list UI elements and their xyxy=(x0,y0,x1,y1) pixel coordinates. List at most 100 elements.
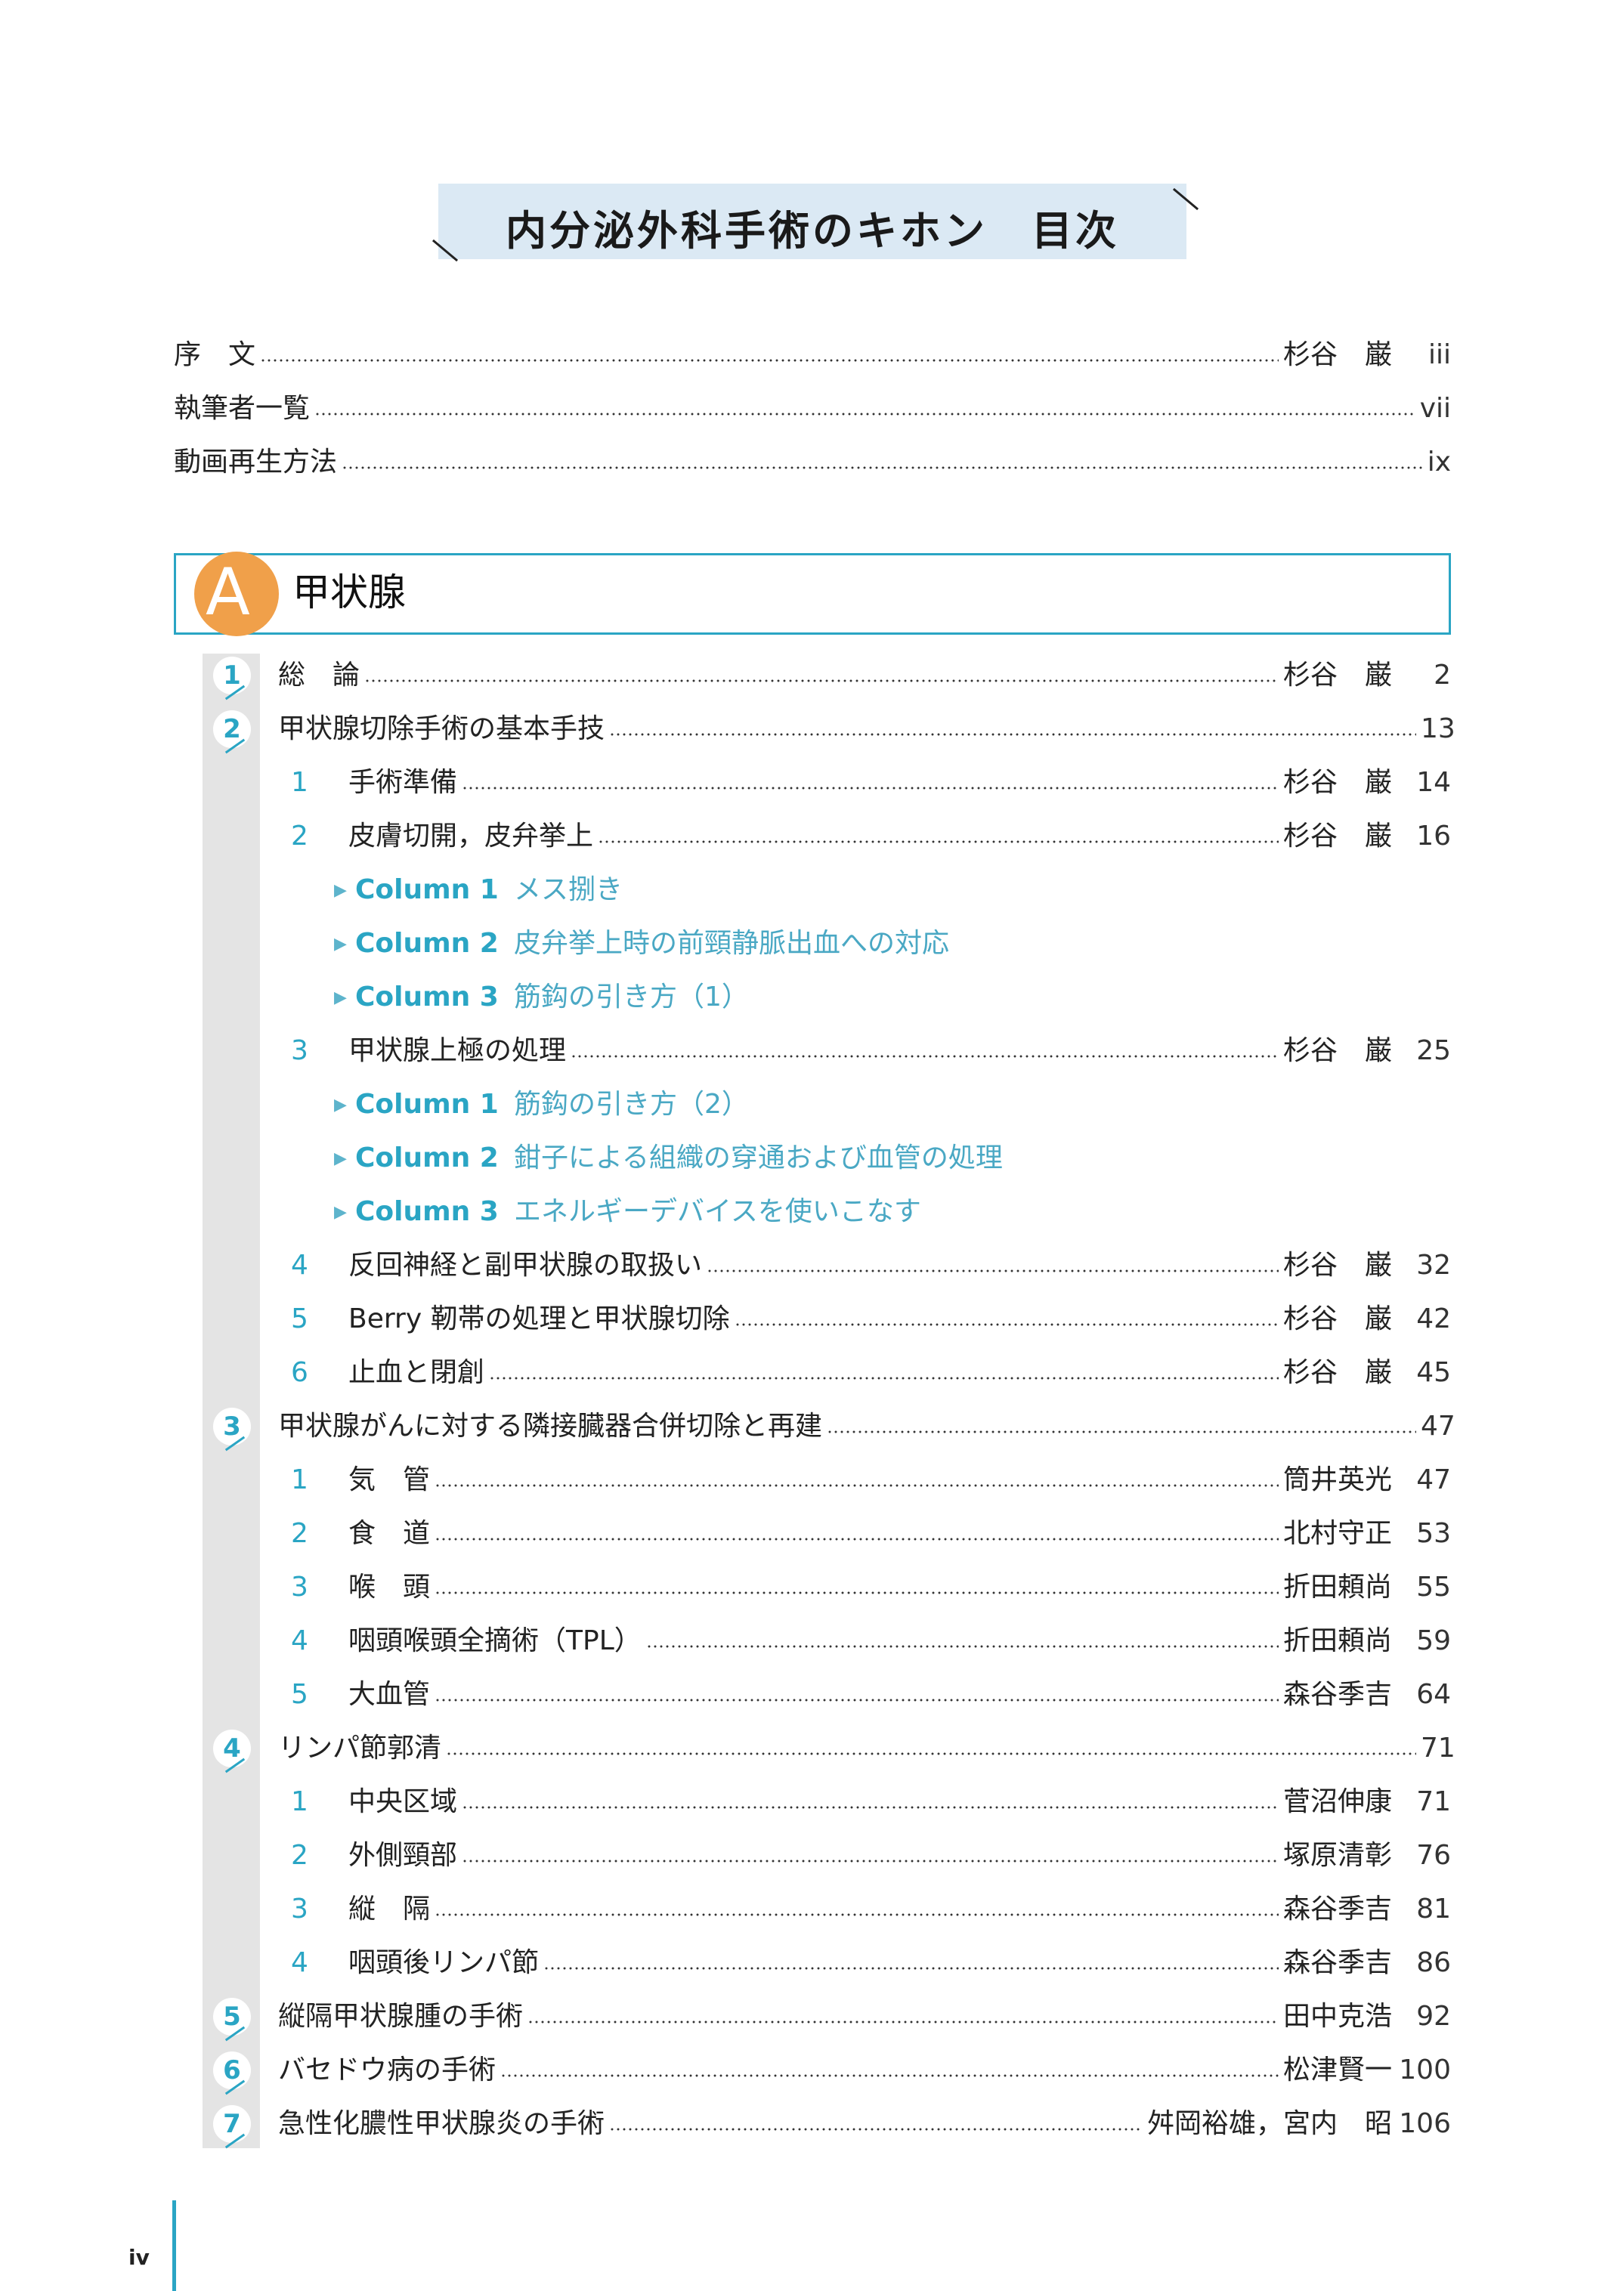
toc-row-item[interactable]: 1 気 管 筒井英光 47 xyxy=(291,1461,1451,1499)
chapter-badge: 4 xyxy=(213,1730,251,1767)
toc-label: 中央区域 xyxy=(348,1786,458,1817)
item-number: 4 xyxy=(291,1625,308,1656)
toc-label: 縦隔甲状腺腫の手術 xyxy=(278,2001,524,2032)
toc-row-item[interactable]: 3 甲状腺上極の処理 杉谷 巌 25 xyxy=(291,1032,1451,1070)
toc-column-row[interactable]: ▶ Column 3 エネルギーデバイスを使いこなす xyxy=(334,1193,921,1231)
toc-row-item[interactable]: 2 外側頸部 塚原清彰 76 xyxy=(291,1837,1451,1875)
item-number: 4 xyxy=(291,1250,308,1281)
column-title: メス捌き xyxy=(514,874,623,905)
footer-rule xyxy=(172,2200,176,2291)
toc-author: 筒井英光 xyxy=(1282,1464,1392,1495)
toc-page: 55 xyxy=(1416,1572,1451,1603)
column-tag: Column 1 xyxy=(355,1089,499,1120)
toc-author: 杉谷 巌 xyxy=(1282,339,1392,370)
leader-dots xyxy=(598,840,1279,843)
toc-row-chapter[interactable]: バセドウ病の手術 松津賢一 100 xyxy=(278,2051,1451,2089)
toc-column-row[interactable]: ▶ Column 2 鉗子による組織の穿通および血管の処理 xyxy=(334,1139,1003,1177)
toc-page: 42 xyxy=(1416,1303,1451,1334)
toc-row-item[interactable]: 4 咽頭喉頭全摘術（TPL） 折田頼尚 59 xyxy=(291,1622,1451,1660)
toc-row-chapter[interactable]: 縦隔甲状腺腫の手術 田中克浩 92 xyxy=(278,1998,1451,2036)
toc-row-item[interactable]: 2 皮膚切開，皮弁挙上 杉谷 巌 16 xyxy=(291,818,1451,855)
leader-dots xyxy=(500,2074,1279,2077)
toc-page: 59 xyxy=(1416,1625,1451,1656)
column-tag: Column 3 xyxy=(355,982,499,1013)
play-arrow-icon: ▶ xyxy=(334,1149,347,1168)
toc-page: 14 xyxy=(1416,767,1451,798)
toc-page: 86 xyxy=(1416,1947,1451,1978)
toc-page: 2 xyxy=(1434,660,1451,691)
item-number: 1 xyxy=(291,767,308,798)
toc-label: 食 道 xyxy=(348,1518,431,1549)
toc-page: 47 xyxy=(1421,1411,1455,1442)
toc-row-item[interactable]: 1 中央区域 菅沼伸康 71 xyxy=(291,1783,1451,1821)
toc-label: 執筆者一覧 xyxy=(174,393,311,424)
toc-column-row[interactable]: ▶ Column 1 メス捌き xyxy=(334,871,623,909)
toc-row-item[interactable]: 3 縦 隔 森谷季吉 81 xyxy=(291,1891,1451,1928)
column-title: 鉗子による組織の穿通および血管の処理 xyxy=(514,1142,1003,1173)
column-title: 皮弁挙上時の前頸静脈出血への対応 xyxy=(514,928,950,959)
chapter-badge: 2 xyxy=(213,710,251,748)
play-arrow-icon: ▶ xyxy=(334,988,347,1007)
toc-row-item[interactable]: 4 反回神経と副甲状腺の取扱い 杉谷 巌 32 xyxy=(291,1247,1451,1285)
toc-row-chapter[interactable]: 甲状腺切除手術の基本手技 13 xyxy=(278,710,1455,748)
leader-dots xyxy=(364,679,1279,682)
toc-row-item[interactable]: 2 食 道 北村守正 53 xyxy=(291,1515,1451,1553)
page-number: iv xyxy=(128,2245,150,2270)
toc-label: 喉 頭 xyxy=(348,1572,431,1603)
toc-page: 71 xyxy=(1421,1733,1455,1764)
toc-label: リンパ節郭清 xyxy=(278,1733,442,1764)
toc-page: vii xyxy=(1419,393,1451,424)
leader-dots xyxy=(435,1538,1279,1541)
toc-page: 106 xyxy=(1399,2108,1451,2139)
toc-row-chapter[interactable]: リンパ節郭清 71 xyxy=(278,1730,1455,1767)
toc-column-row[interactable]: ▶ Column 2 皮弁挙上時の前頸静脈出血への対応 xyxy=(334,925,949,963)
leader-dots xyxy=(314,413,1415,416)
column-title: 筋鈎の引き方（2） xyxy=(514,1089,749,1120)
toc-page: 32 xyxy=(1416,1250,1451,1281)
leader-dots xyxy=(645,1645,1279,1648)
leader-dots xyxy=(260,359,1279,362)
toc-label: 甲状腺切除手術の基本手技 xyxy=(278,713,605,744)
toc-author: 菅沼伸康 xyxy=(1282,1786,1392,1817)
column-title: 筋鈎の引き方（1） xyxy=(514,982,749,1013)
column-tag: Column 2 xyxy=(355,928,499,959)
toc-row-item[interactable]: 5 Berry 靭帯の処理と甲状腺切除 杉谷 巌 42 xyxy=(291,1300,1451,1338)
chapter-badge: 5 xyxy=(213,1998,251,2036)
item-number: 4 xyxy=(291,1947,308,1978)
toc-row-item[interactable]: 6 止血と閉創 杉谷 巌 45 xyxy=(291,1354,1451,1392)
leader-dots xyxy=(707,1269,1279,1272)
leader-dots xyxy=(435,1591,1279,1594)
toc-row-item[interactable]: 5 大血管 森谷季吉 64 xyxy=(291,1676,1451,1714)
toc-page: 45 xyxy=(1416,1357,1451,1388)
toc-row-chapter[interactable]: 甲状腺がんに対する隣接臓器合併切除と再建 47 xyxy=(278,1408,1455,1445)
toc-row-front[interactable]: 序 文 杉谷 巌 iii xyxy=(174,336,1451,374)
toc-page: 13 xyxy=(1421,713,1455,744)
leader-dots xyxy=(446,1752,1416,1755)
toc-column-row[interactable]: ▶ Column 1 筋鈎の引き方（2） xyxy=(334,1086,749,1124)
toc-row-item[interactable]: 3 喉 頭 折田頼尚 55 xyxy=(291,1569,1451,1606)
toc-author: 杉谷 巌 xyxy=(1282,1303,1392,1334)
toc-row-chapter[interactable]: 総 論 杉谷 巌 2 xyxy=(278,657,1451,694)
toc-label: 序 文 xyxy=(174,339,256,370)
leader-dots xyxy=(462,1860,1279,1863)
leader-dots xyxy=(609,2128,1143,2131)
leader-dots xyxy=(489,1377,1279,1380)
toc-label: 甲状腺がんに対する隣接臓器合併切除と再建 xyxy=(278,1411,823,1442)
toc-author: 塚原清彰 xyxy=(1282,1840,1392,1871)
toc-page: 92 xyxy=(1416,2001,1451,2032)
toc-row-front[interactable]: 動画再生方法 ix xyxy=(174,444,1451,481)
toc-column-row[interactable]: ▶ Column 3 筋鈎の引き方（1） xyxy=(334,979,749,1016)
toc-label: 甲状腺上極の処理 xyxy=(348,1035,567,1066)
leader-dots xyxy=(435,1484,1279,1487)
toc-page: 25 xyxy=(1416,1035,1451,1066)
item-number: 2 xyxy=(291,1840,308,1871)
play-arrow-icon: ▶ xyxy=(334,935,347,954)
toc-row-item[interactable]: 4 咽頭後リンパ節 森谷季吉 86 xyxy=(291,1944,1451,1982)
toc-label: 咽頭後リンパ節 xyxy=(348,1947,540,1978)
toc-author: 北村守正 xyxy=(1282,1518,1392,1549)
toc-page: iii xyxy=(1428,339,1451,370)
toc-row-chapter[interactable]: 急性化膿性甲状腺炎の手術 舛岡裕雄，宮内 昭 106 xyxy=(278,2105,1451,2143)
toc-row-front[interactable]: 執筆者一覧 vii xyxy=(174,390,1451,428)
toc-label: 止血と閉創 xyxy=(348,1357,485,1388)
toc-row-item[interactable]: 1 手術準備 杉谷 巌 14 xyxy=(291,764,1451,802)
